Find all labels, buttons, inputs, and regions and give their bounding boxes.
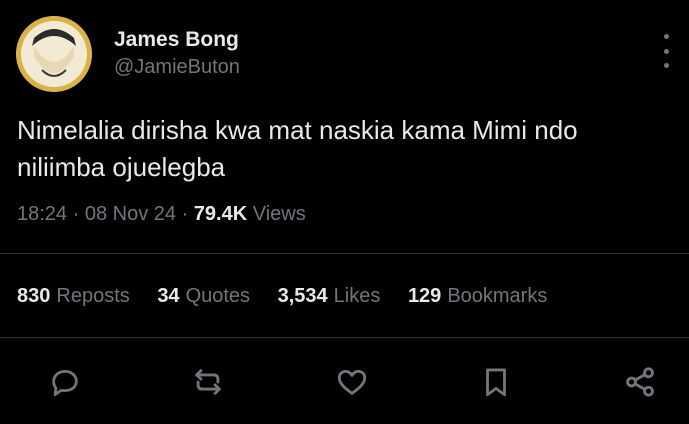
reposts-stat[interactable]: 830 Reposts [17, 282, 130, 310]
action-bar [0, 358, 689, 406]
repost-icon [195, 369, 221, 395]
share-icon [626, 367, 654, 397]
reposts-label: Reposts [56, 285, 130, 307]
views-label: Views [252, 203, 306, 225]
like-icon [337, 369, 367, 395]
likes-stat[interactable]: 3,534 Likes [278, 282, 381, 310]
tweet-text: Nimelalia dirisha kwa mat naskia kama Mi… [17, 115, 578, 182]
like-button[interactable] [328, 358, 376, 406]
avatar[interactable] [16, 16, 92, 92]
author-names: James Bong @JamieButon [114, 27, 240, 80]
views-count: 79.4K [193, 203, 248, 225]
bookmark-button[interactable] [472, 358, 520, 406]
divider-top [0, 253, 689, 254]
display-name[interactable]: James Bong [114, 27, 240, 53]
reply-icon [52, 369, 78, 397]
bookmarks-label: Bookmarks [447, 285, 548, 307]
meta-separator: · [181, 203, 194, 225]
likes-count: 3,534 [277, 285, 328, 307]
quotes-stat[interactable]: 34 Quotes [157, 282, 250, 310]
avatar-photo-icon [16, 16, 92, 92]
tweet-date[interactable]: 08 Nov 24 [85, 203, 176, 225]
quotes-label: Quotes [185, 285, 251, 307]
quotes-count: 34 [157, 285, 180, 307]
tweet-meta: 18:24 · 08 Nov 24 · 79.4K Views [17, 200, 306, 228]
divider-bottom [0, 337, 689, 338]
share-button[interactable] [616, 358, 664, 406]
engagement-stats: 830 Reposts 34 Quotes 3,534 Likes 129 Bookma… [17, 282, 569, 310]
tweet-time[interactable]: 18:24 [17, 203, 67, 225]
bookmark-icon [486, 368, 506, 397]
bookmarks-stat[interactable]: 129 Bookmarks [408, 282, 547, 310]
repost-button[interactable] [184, 358, 232, 406]
user-handle[interactable]: @JamieButon [114, 54, 240, 80]
tweet-header: James Bong @JamieButon [16, 16, 676, 98]
more-dot [663, 48, 669, 54]
likes-label: Likes [333, 285, 381, 307]
more-dot [663, 63, 669, 68]
reply-button[interactable] [41, 358, 89, 406]
reposts-count: 830 [17, 285, 51, 307]
more-options-icon[interactable] [656, 34, 676, 68]
more-dot [663, 34, 669, 39]
meta-separator: · [72, 203, 85, 225]
bookmarks-count: 129 [407, 285, 442, 307]
